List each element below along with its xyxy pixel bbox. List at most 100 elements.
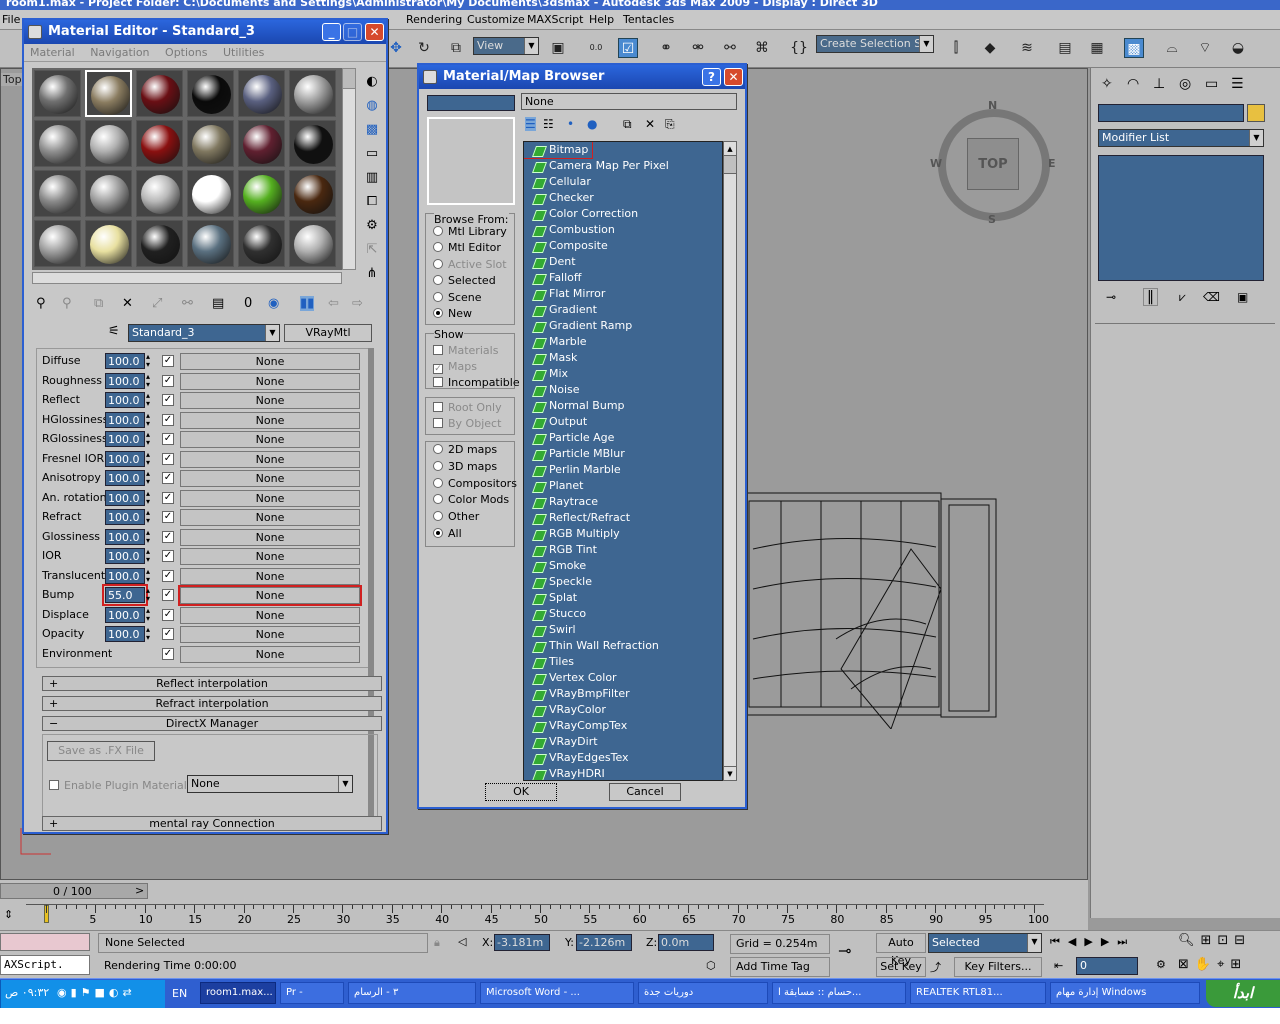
view-small-icons-icon[interactable]: •: [567, 117, 574, 131]
material-slot[interactable]: [136, 70, 183, 117]
material-slot[interactable]: [238, 170, 285, 217]
viewport-label[interactable]: Top: [1, 73, 24, 86]
sofa-wireframe[interactable]: [741, 489, 1011, 729]
hierarchy-tab-icon[interactable]: ⊥: [1153, 76, 1165, 92]
schematic-icon[interactable]: ▦: [1087, 38, 1107, 58]
map-list-item[interactable]: Planet: [524, 478, 722, 494]
checkbox-by-object[interactable]: By Object: [433, 417, 501, 430]
map-list-item[interactable]: Speckle: [524, 574, 722, 590]
radio-all[interactable]: All: [433, 527, 462, 540]
radio-compositors[interactable]: Compositors: [433, 477, 517, 490]
param-spinner[interactable]: ▴ ▾: [146, 587, 154, 603]
material-slot[interactable]: [289, 70, 336, 117]
radio-color-mods[interactable]: Color Mods: [433, 493, 509, 506]
current-frame-field[interactable]: 0: [1076, 957, 1138, 975]
rollout-refract-interpolation[interactable]: + Refract interpolation: [42, 696, 382, 711]
material-slot[interactable]: [85, 170, 132, 217]
param-spinner[interactable]: ▴ ▾: [146, 489, 154, 506]
param-enable-checkbox[interactable]: ✓: [162, 569, 174, 582]
map-list-item[interactable]: Combustion: [524, 222, 722, 238]
param-spinner[interactable]: ▴ ▾: [146, 392, 154, 408]
language-indicator[interactable]: EN: [172, 987, 187, 1000]
key-tangent-icon[interactable]: ⤴: [930, 959, 941, 975]
select-object-icon[interactable]: ☑: [618, 38, 638, 58]
menu-navigation[interactable]: Navigation: [90, 46, 149, 59]
param-amount[interactable]: 100.0: [105, 353, 145, 369]
map-list-item[interactable]: Camera Map Per Pixel: [524, 158, 722, 174]
task-forum[interactable]: حسام :: مسابقة ا...: [772, 982, 906, 1004]
map-list-item[interactable]: Flat Mirror: [524, 286, 722, 302]
curly-icon[interactable]: {}: [789, 38, 809, 58]
show-end-result-icon[interactable]: ▮▮: [300, 296, 315, 311]
param-amount[interactable]: 100.0: [105, 431, 145, 447]
material-slot[interactable]: [136, 220, 183, 267]
param-spinner[interactable]: ▴ ▾: [146, 450, 154, 467]
param-amount[interactable]: 55.0: [102, 584, 148, 606]
render-frame-icon[interactable]: ⌔: [1195, 38, 1215, 58]
map-list-item[interactable]: Color Correction: [524, 206, 722, 222]
slots-hscroll[interactable]: [32, 272, 342, 284]
maxscript-listener-pink[interactable]: [0, 933, 90, 951]
menu-utilities[interactable]: Utilities: [223, 46, 264, 59]
material-slot[interactable]: [289, 170, 336, 217]
align-icon[interactable]: ◆: [980, 38, 1000, 58]
param-amount[interactable]: 100.0: [105, 626, 145, 642]
map-list-item[interactable]: Splat: [524, 590, 722, 606]
rollout-reflect-interpolation[interactable]: + Reflect interpolation: [42, 676, 382, 691]
param-enable-checkbox[interactable]: ✓: [162, 608, 174, 621]
map-list-item[interactable]: Output: [524, 414, 722, 430]
menu-tentacles[interactable]: Tentacles: [623, 13, 674, 26]
checkbox-maps[interactable]: ✓ Maps: [433, 360, 477, 374]
param-map-button[interactable]: None: [180, 450, 360, 468]
map-list-item[interactable]: VRayDirt: [524, 734, 722, 750]
add-time-tag-button[interactable]: Add Time Tag: [730, 957, 830, 977]
auto-key-button[interactable]: Auto Key: [876, 933, 926, 967]
param-map-button[interactable]: None: [180, 372, 360, 390]
map-list-scrollbar[interactable]: ▲ ▼: [723, 141, 737, 781]
viewcube[interactable]: TOP N W E S: [930, 99, 1056, 226]
param-enable-checkbox[interactable]: ✓: [162, 374, 174, 387]
material-slot[interactable]: [136, 170, 183, 217]
param-map-button[interactable]: None: [180, 489, 360, 507]
map-list-item[interactable]: Gradient Ramp: [524, 318, 722, 334]
param-amount[interactable]: 100.0: [105, 392, 145, 408]
material-slot[interactable]: [136, 120, 183, 167]
enable-plugin-checkbox[interactable]: Enable Plugin Material: [49, 779, 187, 792]
delete-from-library-icon[interactable]: ✕: [645, 117, 655, 131]
modifier-stack[interactable]: [1098, 155, 1264, 281]
material-editor-titlebar[interactable]: Material Editor - Standard_3 _ □ ✕: [24, 20, 386, 44]
material-slot[interactable]: [187, 70, 234, 117]
slots-vscroll[interactable]: [342, 68, 356, 270]
make-unique-icon[interactable]: ⩗: [1179, 290, 1186, 305]
param-enable-checkbox[interactable]: ✓: [162, 413, 174, 426]
material-slot[interactable]: [85, 220, 132, 267]
param-map-button[interactable]: None: [180, 509, 360, 526]
task-pr[interactable]: Pr -: [280, 982, 344, 1004]
map-list-item[interactable]: Perlin Marble: [524, 462, 722, 478]
task-realtek[interactable]: REALTEK RTL81...: [910, 982, 1046, 1004]
param-spinner[interactable]: ▴ ▾: [146, 431, 154, 447]
make-preview-icon[interactable]: ⧠: [362, 190, 382, 214]
go-forward-sibling-icon[interactable]: ⇨: [352, 296, 363, 311]
param-amount[interactable]: 100.0: [105, 470, 145, 486]
param-spinner[interactable]: ▴ ▾: [146, 353, 154, 369]
map-list-item[interactable]: Thin Wall Refraction: [524, 638, 722, 654]
param-amount[interactable]: 100.0: [105, 606, 145, 623]
material-slot[interactable]: [289, 220, 336, 267]
key-mode-icon[interactable]: ⇤: [1054, 959, 1063, 972]
view-large-icons-icon[interactable]: ●: [587, 117, 597, 131]
param-spinner[interactable]: ▴ ▾: [146, 372, 154, 389]
time-config-icon[interactable]: ⚙︎: [1156, 958, 1166, 971]
map-list-item[interactable]: Vertex Color: [524, 670, 722, 686]
map-list-item[interactable]: Stucco: [524, 606, 722, 622]
key-set-combo[interactable]: Selected ▼: [928, 933, 1042, 953]
param-enable-checkbox[interactable]: ✓: [162, 433, 174, 445]
pick-material-icon[interactable]: ⚟: [108, 324, 120, 339]
lock-selection-icon[interactable]: 🔒︎: [434, 936, 440, 950]
material-type-button[interactable]: VRayMtl: [284, 324, 372, 342]
display-tab-icon[interactable]: ▭: [1205, 76, 1218, 92]
map-list-item[interactable]: Smoke: [524, 558, 722, 574]
view-list-icons-icon[interactable]: ☷: [543, 117, 554, 131]
param-amount[interactable]: 100.0: [105, 411, 145, 428]
modifier-list-combo[interactable]: Modifier List ▼: [1098, 129, 1264, 147]
